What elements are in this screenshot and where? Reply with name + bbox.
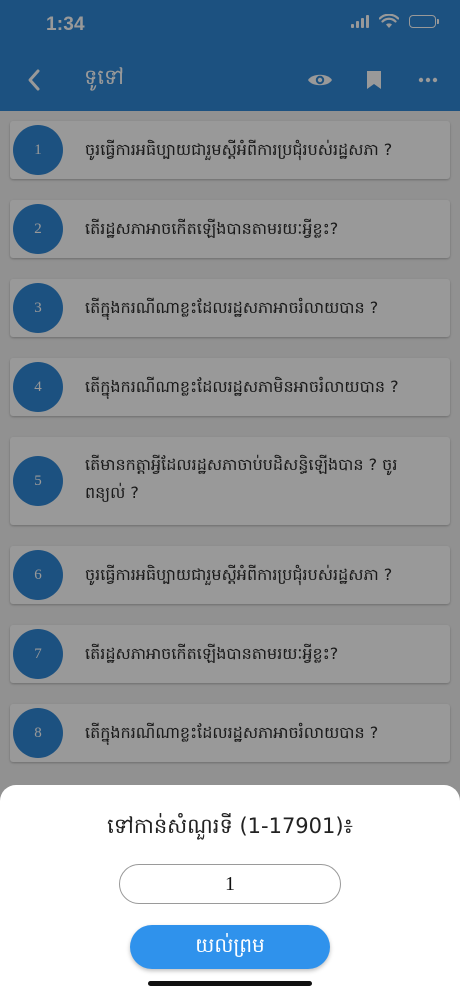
confirm-button[interactable]: យល់ព្រម xyxy=(130,925,330,969)
screen: 1:34 ទូទៅ 1 ចូរធ្វើការអធិប្បាយជារួមស្តីអ… xyxy=(0,0,460,996)
sheet-title: ទៅកាន់សំណួរទី (1-17901)៖ xyxy=(107,814,353,838)
question-number-input[interactable] xyxy=(119,864,341,904)
home-indicator xyxy=(148,981,312,986)
go-to-question-sheet: ទៅកាន់សំណួរទី (1-17901)៖ យល់ព្រម xyxy=(0,785,460,996)
